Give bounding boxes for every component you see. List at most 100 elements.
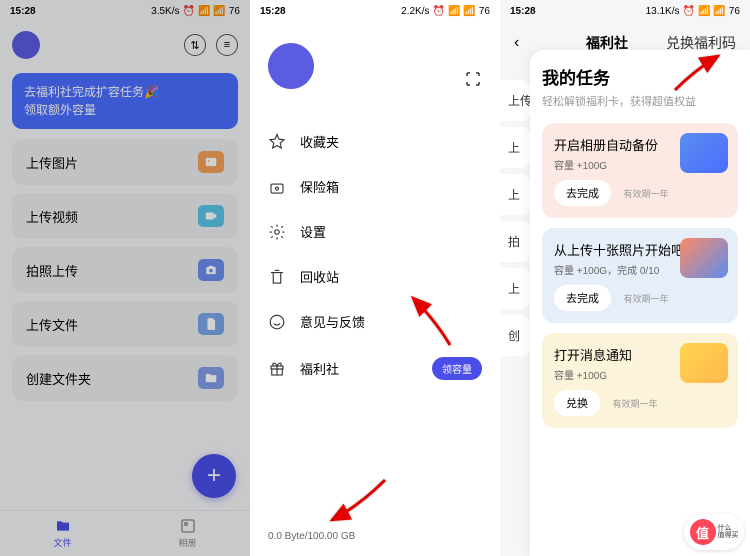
task-card-upload: 从上传十张照片开始吧 容量 +100G，完成 0/10 去完成 有效期一年 xyxy=(542,228,738,323)
promo-banner[interactable]: 去福利社完成扩容任务🎉 领取额外容量 xyxy=(12,73,238,129)
wifi-icon: 📶 xyxy=(713,6,725,17)
action-list: 上传图片 上传视频 拍照上传 上传文件 xyxy=(12,139,238,401)
item-label: 创建文件夹 xyxy=(26,369,91,388)
watermark: 值 什么 值得买 xyxy=(684,514,744,550)
net-speed: 13.1K/s xyxy=(646,6,680,17)
task-expire: 有效期一年 xyxy=(612,399,657,409)
bottom-nav: 文件 相册 xyxy=(0,510,250,556)
menu-welfare[interactable]: 福利社 领容量 xyxy=(268,344,482,393)
camera-icon xyxy=(198,259,224,281)
status-bar: 15:28 3.5K/s ⏰ 📶 📶 76 xyxy=(0,0,250,23)
menu-feedback[interactable]: 意见与反馈 xyxy=(268,299,482,344)
item-label: 拍照上传 xyxy=(26,261,78,280)
battery-icon: 76 xyxy=(229,6,240,17)
menu-icon[interactable]: ≡ xyxy=(216,34,238,56)
menu-label: 意见与反馈 xyxy=(300,312,365,331)
screen-welfare: 15:28 13.1K/s ⏰ 📶 📶 76 ‹ 福利社 兑换福利码 上传 上 … xyxy=(500,0,750,556)
menu-label: 设置 xyxy=(300,222,326,241)
tasks-panel: 我的任务 轻松解锁福利卡，获得超值权益 开启相册自动备份 容量 +100G 去完… xyxy=(530,50,750,556)
gear-icon xyxy=(268,223,286,241)
trash-icon xyxy=(268,268,286,286)
status-indicators: 2.2K/s ⏰ 📶 📶 76 xyxy=(401,6,490,17)
smile-icon xyxy=(268,313,286,331)
status-time: 15:28 xyxy=(510,6,536,17)
menu-favorites[interactable]: 收藏夹 xyxy=(268,119,482,164)
upload-file-item[interactable]: 上传文件 xyxy=(12,301,238,347)
task-redeem-button[interactable]: 兑换 xyxy=(554,390,600,416)
partial-item: 上传 xyxy=(500,80,530,121)
folder-add-icon xyxy=(198,367,224,389)
plus-icon: + xyxy=(207,462,221,490)
menu-label: 福利社 xyxy=(300,359,339,378)
screen-drawer: 15:28 2.2K/s ⏰ 📶 📶 76 收藏夹 xyxy=(250,0,500,556)
camera-upload-item[interactable]: 拍照上传 xyxy=(12,247,238,293)
wifi-icon: 📶 xyxy=(213,6,225,17)
partial-item: 拍 xyxy=(500,221,530,262)
signal-icon: 📶 xyxy=(448,6,460,17)
star-icon xyxy=(268,133,286,151)
lock-icon xyxy=(268,178,286,196)
net-speed: 3.5K/s xyxy=(151,6,179,17)
transfer-icon[interactable]: ⇅ xyxy=(184,34,206,56)
status-bar: 15:28 13.1K/s ⏰ 📶 📶 76 xyxy=(500,0,750,23)
promo-line1: 去福利社完成扩容任务🎉 xyxy=(24,83,226,101)
alarm-icon: ⏰ xyxy=(183,6,195,17)
screen-home: 15:28 3.5K/s ⏰ 📶 📶 76 ⇅ ≡ 去福利社完成扩容任务🎉 领取… xyxy=(0,0,250,556)
status-time: 15:28 xyxy=(10,6,36,17)
battery-icon: 76 xyxy=(729,6,740,17)
task-card-notify: 打开消息通知 容量 +100G 兑换 有效期一年 xyxy=(542,333,738,428)
upload-video-item[interactable]: 上传视频 xyxy=(12,193,238,239)
wifi-icon: 📶 xyxy=(463,6,475,17)
menu-trash[interactable]: 回收站 xyxy=(268,254,482,299)
task-expire: 有效期一年 xyxy=(623,294,668,304)
create-folder-item[interactable]: 创建文件夹 xyxy=(12,355,238,401)
net-speed: 2.2K/s xyxy=(401,6,429,17)
top-bar: ⇅ ≡ xyxy=(0,23,250,67)
status-indicators: 3.5K/s ⏰ 📶 📶 76 xyxy=(151,6,240,17)
alarm-icon: ⏰ xyxy=(433,6,445,17)
gift-icon xyxy=(268,360,286,378)
panel-subtitle: 轻松解锁福利卡，获得超值权益 xyxy=(542,93,738,109)
battery-icon: 76 xyxy=(479,6,490,17)
task-complete-button[interactable]: 去完成 xyxy=(554,180,611,206)
menu-label: 保险箱 xyxy=(300,177,339,196)
menu-safe[interactable]: 保险箱 xyxy=(268,164,482,209)
avatar-large[interactable] xyxy=(268,43,314,89)
task-illustration xyxy=(680,133,728,173)
task-complete-button[interactable]: 去完成 xyxy=(554,285,611,311)
promo-line2: 领取额外容量 xyxy=(24,101,226,119)
partial-item: 上 xyxy=(500,127,530,168)
nav-label: 文件 xyxy=(53,536,71,549)
nav-files[interactable]: 文件 xyxy=(0,511,125,556)
alarm-icon: ⏰ xyxy=(683,6,695,17)
task-expire: 有效期一年 xyxy=(623,189,668,199)
watermark-text: 什么 xyxy=(718,525,739,532)
item-label: 上传图片 xyxy=(26,153,78,172)
drawer-menu: 收藏夹 保险箱 设置 回收站 xyxy=(268,119,482,393)
signal-icon: 📶 xyxy=(698,6,710,17)
status-bar: 15:28 2.2K/s ⏰ 📶 📶 76 xyxy=(250,0,500,23)
scan-icon[interactable] xyxy=(464,70,482,88)
task-illustration xyxy=(680,238,728,278)
signal-icon: 📶 xyxy=(198,6,210,17)
watermark-text: 值得买 xyxy=(718,532,739,539)
status-time: 15:28 xyxy=(260,6,286,17)
avatar[interactable] xyxy=(12,31,40,59)
status-indicators: 13.1K/s ⏰ 📶 📶 76 xyxy=(646,6,740,17)
album-icon xyxy=(180,518,196,534)
upload-image-item[interactable]: 上传图片 xyxy=(12,139,238,185)
menu-label: 收藏夹 xyxy=(300,132,339,151)
video-icon xyxy=(198,205,224,227)
fab-add-button[interactable]: + xyxy=(192,454,236,498)
menu-settings[interactable]: 设置 xyxy=(268,209,482,254)
capacity-badge[interactable]: 领容量 xyxy=(432,357,482,380)
watermark-logo: 值 xyxy=(690,519,716,545)
back-button[interactable]: ‹ xyxy=(514,34,519,52)
panel-title: 我的任务 xyxy=(542,64,738,89)
partial-item: 上 xyxy=(500,174,530,215)
partial-list-behind: 上传 上 上 拍 上 创 xyxy=(500,80,530,362)
nav-album[interactable]: 相册 xyxy=(125,511,250,556)
image-icon xyxy=(198,151,224,173)
file-icon xyxy=(198,313,224,335)
item-label: 上传视频 xyxy=(26,207,78,226)
